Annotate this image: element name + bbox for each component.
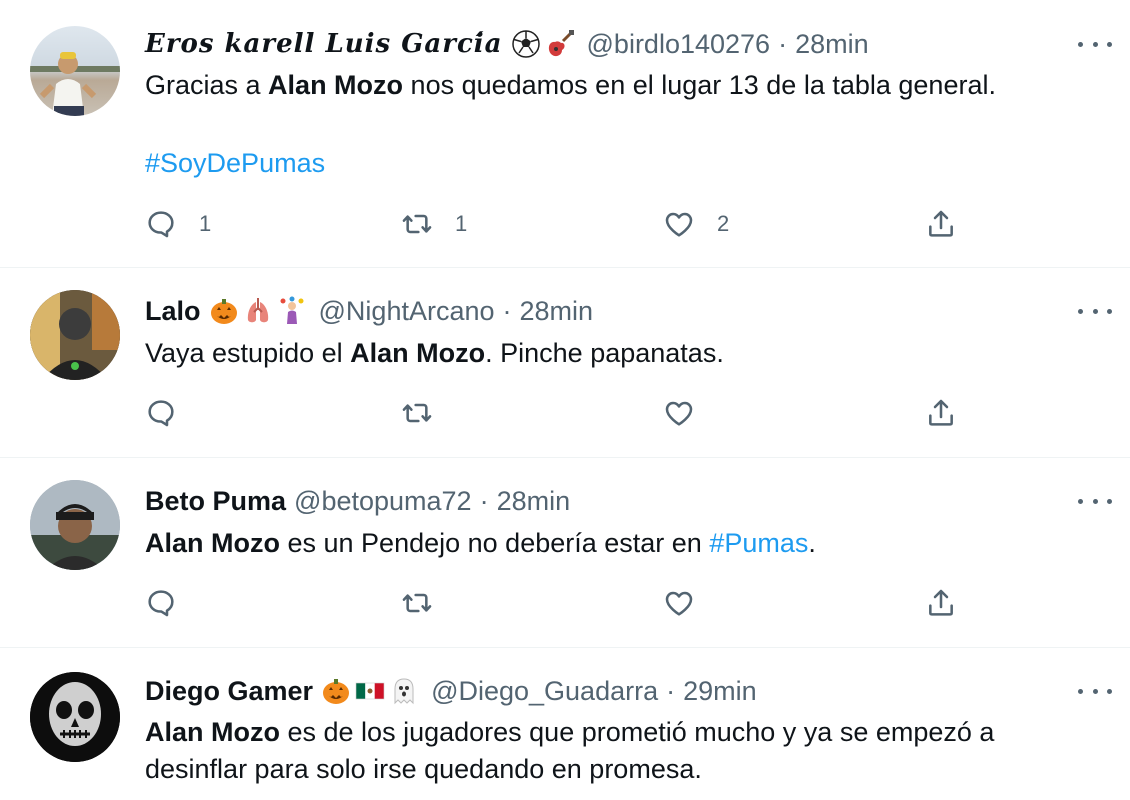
share-button[interactable]: [925, 397, 957, 429]
share-icon: [925, 397, 957, 429]
like-button[interactable]: [663, 397, 695, 429]
text-segment: es un Pendejo no debería estar en: [280, 528, 710, 558]
avatar-photo: [30, 480, 120, 570]
text-segment: Vaya estupido el: [145, 338, 351, 368]
retweet-icon: [401, 397, 433, 429]
heart-icon: [663, 587, 695, 619]
guitar-icon: [548, 30, 574, 57]
avatar[interactable]: [30, 290, 120, 380]
timestamp[interactable]: 28min: [520, 296, 594, 327]
text-bold-name: Alan Mozo: [145, 528, 280, 558]
avatar-photo: [30, 290, 120, 380]
text-segment: Gracias a: [145, 70, 269, 100]
reply-button[interactable]: 1: [145, 208, 211, 240]
name-emojis: [511, 29, 579, 59]
display-name[interactable]: Lalo: [145, 296, 201, 327]
reply-button[interactable]: [145, 587, 177, 619]
tweet-4[interactable]: Diego Gamer @Diego_Guadarra · 29min Alan…: [0, 648, 1130, 800]
timestamp[interactable]: 29min: [683, 676, 757, 707]
tweet-header: Lalo @NightArcano · 28min: [145, 293, 593, 329]
retweet-button[interactable]: [401, 397, 433, 429]
reply-icon: [145, 587, 177, 619]
tweet-hashtag-line: #SoyDePumas: [145, 145, 1090, 182]
avatar[interactable]: [30, 480, 120, 570]
text-bold-name: Alan Mozo: [145, 717, 280, 747]
soccer-ball-icon: [511, 30, 540, 58]
more-dots-icon[interactable]: [1078, 301, 1112, 321]
hashtag-link[interactable]: #Pumas: [709, 528, 808, 558]
tweet-1[interactable]: 𝑬𝒓𝒐𝒔 𝒌𝒂𝒓𝒆𝒍𝒍 𝑳𝒖𝒊𝒔 𝑮𝒂𝒓𝒄𝒊́𝒂 @birdlo140276 ·: [0, 0, 1130, 268]
reply-button[interactable]: [145, 397, 177, 429]
tweet-text: Gracias a Alan Mozo nos quedamos en el l…: [145, 67, 1090, 104]
avatar-photo: [30, 672, 120, 762]
retweet-button[interactable]: 1: [401, 208, 467, 240]
separator-dot: ·: [666, 675, 676, 706]
more-dots-icon[interactable]: [1078, 491, 1112, 511]
separator-dot: ·: [778, 28, 788, 59]
woman-juggling-icon: [280, 296, 304, 324]
text-segment: nos quedamos en el lugar 13 de la tabla …: [403, 70, 996, 100]
like-button[interactable]: 2: [663, 208, 729, 240]
retweet-icon: [401, 587, 433, 619]
text-bold-name: Alan Mozo: [268, 70, 404, 100]
tweet-actions: 1 1 2: [145, 208, 975, 242]
reply-icon: [145, 397, 177, 429]
user-handle[interactable]: @betopuma72: [294, 486, 472, 517]
share-icon: [925, 587, 957, 619]
tweet-3[interactable]: Beto Puma @betopuma72 · 28min Alan Mozo …: [0, 458, 1130, 648]
user-handle[interactable]: @Diego_Guadarra: [431, 676, 658, 707]
name-emojis: [321, 676, 423, 706]
reply-icon: [145, 208, 177, 240]
more-dots-icon[interactable]: [1078, 681, 1112, 701]
like-button[interactable]: [663, 587, 695, 619]
tweet-feed: 𝑬𝒓𝒐𝒔 𝒌𝒂𝒓𝒆𝒍𝒍 𝑳𝒖𝒊𝒔 𝑮𝒂𝒓𝒄𝒊́𝒂 @birdlo140276 ·: [0, 0, 1130, 800]
text-bold-name: Alan Mozo: [350, 338, 486, 368]
more-dots-icon[interactable]: [1078, 34, 1112, 54]
separator-dot: ·: [479, 485, 489, 516]
jack-o-lantern-icon: [210, 299, 237, 324]
heart-icon: [663, 397, 695, 429]
name-emojis: [209, 296, 311, 326]
jack-o-lantern-icon: [323, 679, 350, 704]
ghost-icon: [394, 678, 414, 705]
tweet-2[interactable]: Lalo @NightArcano · 28min Vaya estupido …: [0, 268, 1130, 458]
retweet-count: 1: [455, 211, 468, 236]
share-button[interactable]: [925, 587, 957, 619]
user-handle[interactable]: @NightArcano: [319, 296, 495, 327]
mexico-flag-icon: [355, 682, 385, 700]
avatar-photo: [30, 52, 120, 116]
text-segment: .: [808, 528, 816, 558]
tweet-actions: [145, 397, 975, 431]
text-segment: . Pinche papanatas.: [485, 338, 724, 368]
hashtag-link[interactable]: #SoyDePumas: [145, 148, 325, 178]
reply-count: 1: [199, 211, 212, 236]
display-name[interactable]: Diego Gamer: [145, 676, 313, 707]
timestamp[interactable]: 28min: [497, 486, 571, 517]
display-name[interactable]: 𝑬𝒓𝒐𝒔 𝒌𝒂𝒓𝒆𝒍𝒍 𝑳𝒖𝒊𝒔 𝑮𝒂𝒓𝒄𝒊́𝒂: [145, 29, 503, 59]
avatar[interactable]: [30, 672, 120, 762]
user-handle[interactable]: @birdlo140276: [587, 29, 771, 60]
like-count: 2: [717, 211, 730, 236]
tweet-header: Beto Puma @betopuma72 · 28min: [145, 483, 570, 519]
tweet-text: Vaya estupido el Alan Mozo. Pinche papan…: [145, 335, 1090, 372]
share-button[interactable]: [925, 208, 957, 240]
tweet-header: 𝑬𝒓𝒐𝒔 𝒌𝒂𝒓𝒆𝒍𝒍 𝑳𝒖𝒊𝒔 𝑮𝒂𝒓𝒄𝒊́𝒂 @birdlo140276 ·: [145, 26, 869, 62]
tweet-text: Alan Mozo es un Pendejo no debería estar…: [145, 525, 1090, 562]
timestamp[interactable]: 28min: [795, 29, 869, 60]
lungs-icon: [247, 298, 268, 323]
retweet-icon: [401, 208, 433, 240]
separator-dot: ·: [502, 295, 512, 326]
share-icon: [925, 208, 957, 240]
tweet-text: Alan Mozo es de los jugadores que promet…: [145, 714, 1065, 788]
heart-icon: [663, 208, 695, 240]
retweet-button[interactable]: [401, 587, 433, 619]
avatar[interactable]: [30, 26, 120, 116]
tweet-header: Diego Gamer @Diego_Guadarra · 29min: [145, 673, 757, 709]
display-name[interactable]: Beto Puma: [145, 486, 286, 517]
tweet-actions: [145, 587, 975, 621]
